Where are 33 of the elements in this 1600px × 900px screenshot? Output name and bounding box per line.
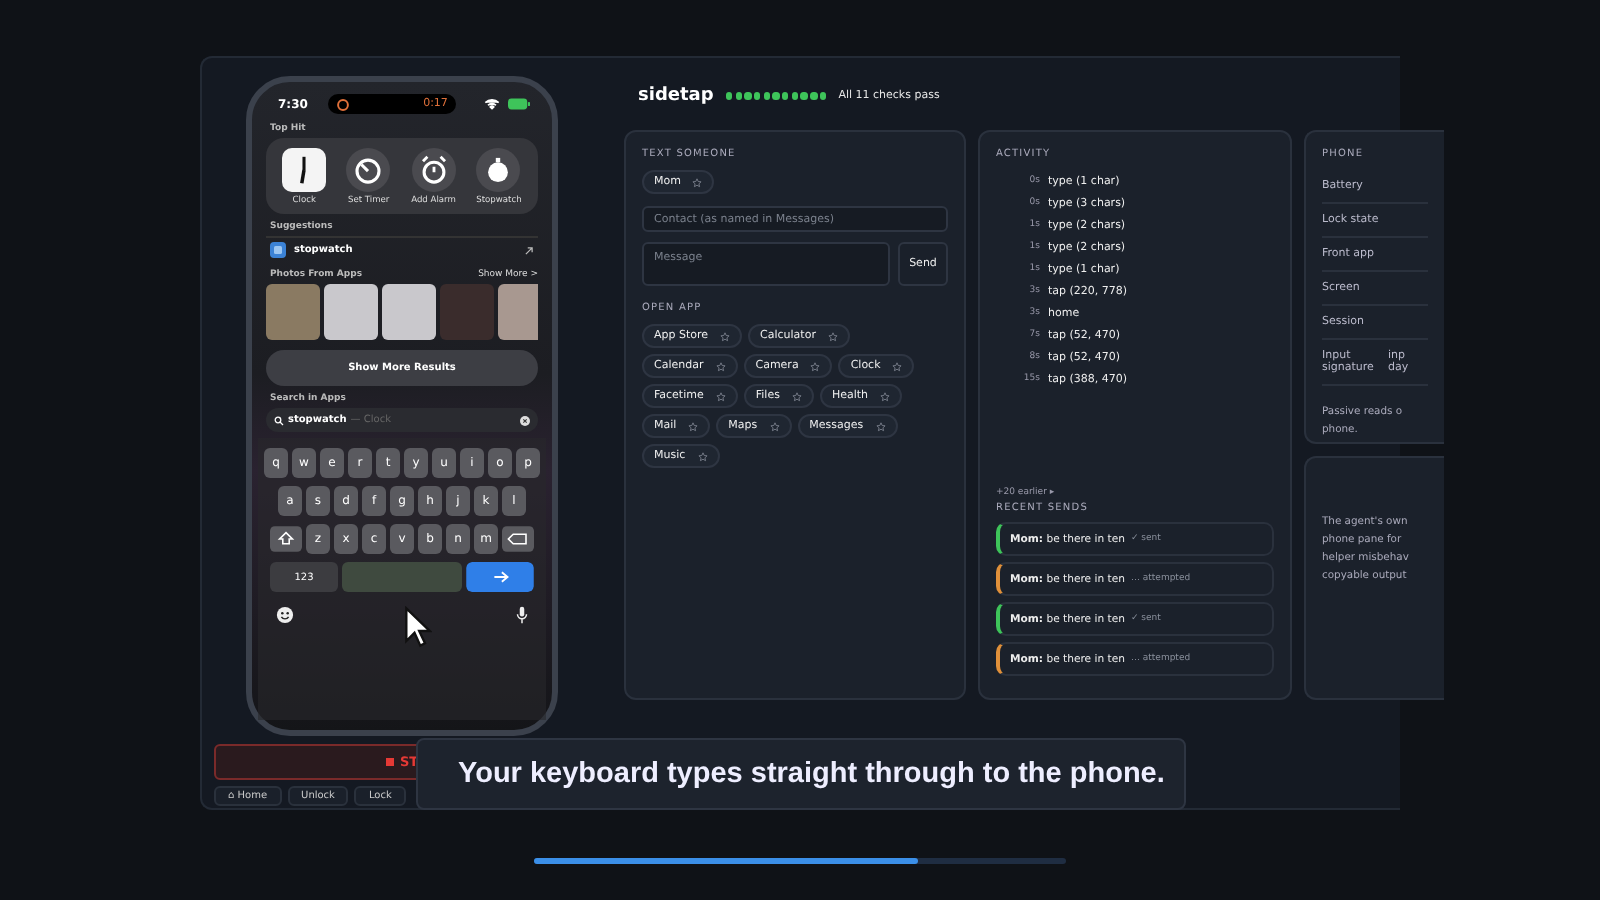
clear-icon[interactable] xyxy=(520,415,530,425)
star-icon xyxy=(692,177,703,187)
clock-icon[interactable] xyxy=(282,148,327,192)
app-title: sidetap xyxy=(638,86,714,106)
star-icon xyxy=(715,391,726,401)
star-icon xyxy=(810,361,821,371)
star-icon xyxy=(715,361,726,371)
app-icon xyxy=(270,242,286,258)
star-icon xyxy=(697,451,708,461)
timer-icon xyxy=(335,97,350,111)
alarm-clock-icon[interactable] xyxy=(411,148,456,192)
star-icon xyxy=(827,331,838,341)
backspace-key-icon[interactable] xyxy=(502,524,534,554)
microphone-icon[interactable] xyxy=(516,606,528,624)
star-icon xyxy=(875,421,886,431)
star-icon xyxy=(720,331,731,341)
search-icon xyxy=(274,415,284,425)
wifi-icon xyxy=(484,98,500,110)
star-icon xyxy=(791,391,802,401)
timer-icon[interactable] xyxy=(346,148,391,192)
go-key-icon[interactable] xyxy=(466,562,534,592)
star-icon xyxy=(688,421,699,431)
emoji-icon[interactable] xyxy=(276,606,294,624)
star-icon xyxy=(880,391,891,401)
mouse-pointer-icon xyxy=(404,606,432,648)
star-icon xyxy=(892,361,903,371)
stop-icon xyxy=(385,758,394,766)
star-icon xyxy=(769,421,780,431)
progress-track[interactable] xyxy=(534,858,1066,864)
battery-icon xyxy=(508,98,530,110)
shift-key-icon[interactable] xyxy=(270,524,302,554)
stopwatch-icon[interactable] xyxy=(476,148,521,192)
arrow-icon xyxy=(524,245,534,255)
